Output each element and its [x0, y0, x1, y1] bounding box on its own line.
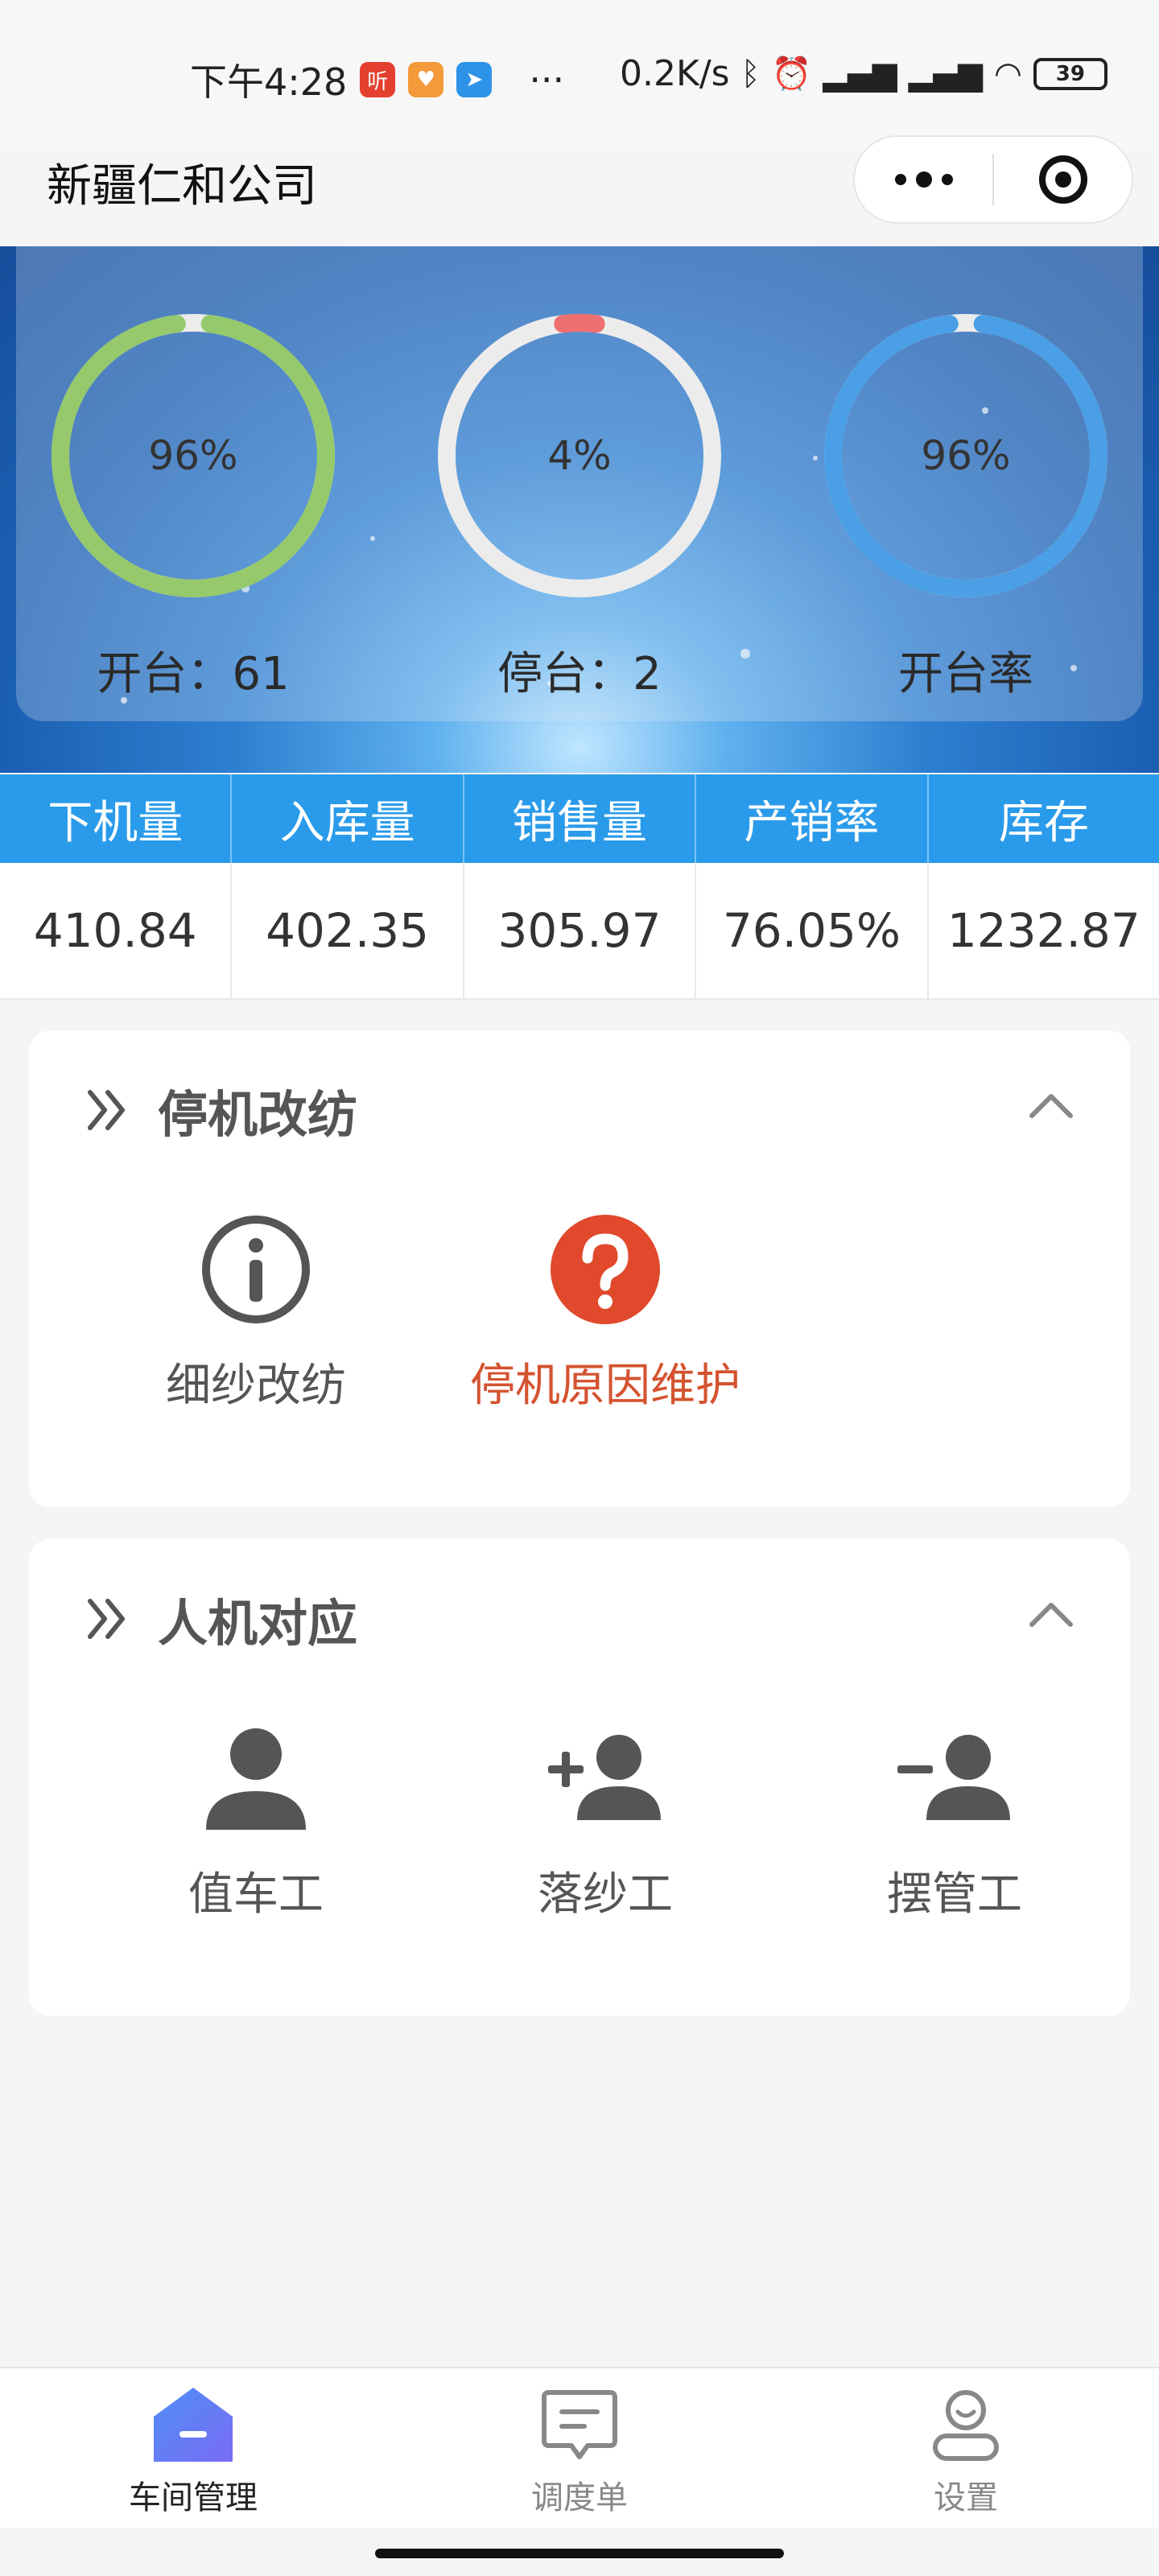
stop-change-card: 停机改纺 细纱改纺 停机原因维护: [29, 1030, 1130, 1507]
settings-user-icon: [933, 2390, 999, 2461]
card-header[interactable]: 停机改纺: [84, 1074, 357, 1146]
listen-app-icon: 听: [360, 62, 396, 97]
people-machine-card: 人机对应 值车工 落纱工 摆管工: [29, 1539, 1130, 2016]
status-time: 下午4:28: [190, 60, 348, 104]
stats-value-cell: 410.84: [0, 863, 233, 1000]
signal-icon: ▂▄▆: [823, 55, 897, 93]
target-icon: [1038, 155, 1087, 204]
tube-placer-button[interactable]: 摆管工: [786, 1718, 1124, 1923]
tab-settings[interactable]: 设置: [773, 2368, 1159, 2528]
signal-2-icon: ▂▄▆: [908, 55, 983, 93]
stats-header-cell: 销售量: [464, 774, 697, 863]
more-notifications-icon: ···: [529, 58, 565, 101]
more-dots-icon: [894, 171, 953, 188]
gauge-percent: 96%: [921, 432, 1011, 479]
workshop-icon: [154, 2388, 233, 2462]
bottom-tab-bar: 车间管理 调度单 设置: [0, 2367, 1159, 2528]
stats-value-cell: 1232.87: [928, 863, 1159, 1000]
person-add-icon: [548, 1735, 661, 1820]
stats-value-cell: 402.35: [232, 863, 464, 1000]
info-icon: [202, 1216, 310, 1323]
item-label: 摆管工: [887, 1868, 1022, 1921]
item-label: 落纱工: [538, 1868, 673, 1921]
stats-header-cell: 库存: [998, 796, 1089, 849]
gauge-label: 开台：61: [97, 648, 290, 700]
mini-program-capsule: [853, 135, 1133, 224]
item-label: 值车工: [188, 1868, 324, 1921]
wifi-icon: ◠: [993, 55, 1022, 93]
gauge-percent: 96%: [148, 432, 238, 479]
dispatch-icon: [542, 2390, 617, 2459]
stats-header-row: 下机量 入库量 销售量 产销率 库存: [0, 774, 1159, 863]
doffer-button[interactable]: 落纱工: [436, 1718, 774, 1923]
status-bar: 下午4:28 听 ♥ ➤ ··· 0.2K/s ᛒ ⏰ ▂▄▆ ▂▄▆ ◠ 39: [0, 0, 1159, 153]
card-header[interactable]: 人机对应: [84, 1583, 357, 1655]
yarn-change-button[interactable]: 细纱改纺: [87, 1209, 425, 1414]
stats-table: 下机量 入库量 销售量 产销率 库存 410.84 402.35 305.97 …: [0, 774, 1159, 1000]
tab-label: 车间管理: [129, 2479, 258, 2516]
ring-gauge: 4%: [435, 311, 724, 601]
tab-label: 调度单: [531, 2479, 628, 2516]
tab-dispatch[interactable]: 调度单: [386, 2368, 773, 2528]
stats-header-cell: 下机量: [0, 774, 233, 863]
chevron-up-icon[interactable]: [1029, 1092, 1074, 1119]
stats-value-cell: 305.97: [464, 863, 697, 1000]
stats-value-row: 410.84 402.35 305.97 76.05% 1232.87: [0, 863, 1159, 1000]
page-title: 新疆仁和公司: [47, 160, 317, 213]
operator-button[interactable]: 值车工: [87, 1718, 425, 1923]
battery-icon: 39: [1033, 57, 1107, 90]
double-chevron-right-icon: [88, 1599, 125, 1639]
gauge-percent: 4%: [547, 432, 612, 479]
stats-header-cell: 产销率: [696, 774, 929, 863]
ring-gauge: 96%: [48, 311, 338, 601]
question-icon: [551, 1215, 660, 1324]
network-speed: 0.2K/s: [620, 53, 730, 94]
person-icon: [206, 1728, 306, 1830]
tab-workshop[interactable]: 车间管理: [0, 2368, 386, 2528]
person-remove-icon: [897, 1735, 1010, 1820]
tab-label: 设置: [934, 2479, 998, 2516]
paper-plane-app-icon: ➤: [456, 62, 493, 97]
double-chevron-right-icon: [88, 1090, 125, 1130]
card-title: 停机改纺: [158, 1085, 358, 1144]
alarm-icon: ⏰: [771, 56, 812, 93]
bluetooth-icon: ᛒ: [740, 55, 761, 93]
chevron-up-icon[interactable]: [1029, 1600, 1074, 1628]
stop-reason-button[interactable]: 停机原因维护: [436, 1209, 774, 1414]
gauge-label: 停台：2: [497, 648, 662, 700]
card-title: 人机对应: [158, 1594, 358, 1653]
stats-value-cell: 76.05%: [696, 863, 929, 1000]
health-app-icon: ♥: [408, 62, 444, 97]
ring-gauge: 96%: [821, 311, 1111, 601]
close-mini-program-button[interactable]: [994, 137, 1132, 222]
item-label: 细纱改纺: [166, 1360, 346, 1412]
item-label: 停机原因维护: [470, 1360, 740, 1412]
home-indicator[interactable]: [375, 2549, 784, 2558]
more-menu-button[interactable]: [855, 137, 992, 222]
gauge-label: 开台率: [898, 648, 1033, 700]
stats-header-cell: 入库量: [232, 774, 464, 863]
